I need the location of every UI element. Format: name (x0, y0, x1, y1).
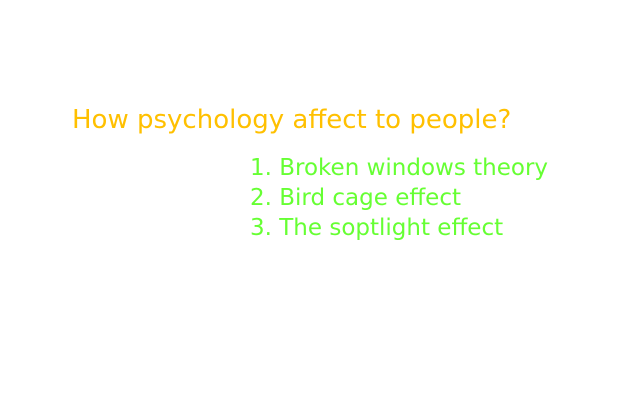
list-item: 2. Bird cage effect (250, 185, 461, 211)
slide-title: How psychology affect to people? (72, 105, 512, 135)
list-item: 3. The soptlight effect (250, 215, 504, 241)
slide: How psychology affect to people? 1. Brok… (0, 0, 640, 400)
list-item: 1. Broken windows theory (250, 155, 549, 181)
topic-list: 1. Broken windows theory 2. Bird cage ef… (250, 153, 548, 243)
